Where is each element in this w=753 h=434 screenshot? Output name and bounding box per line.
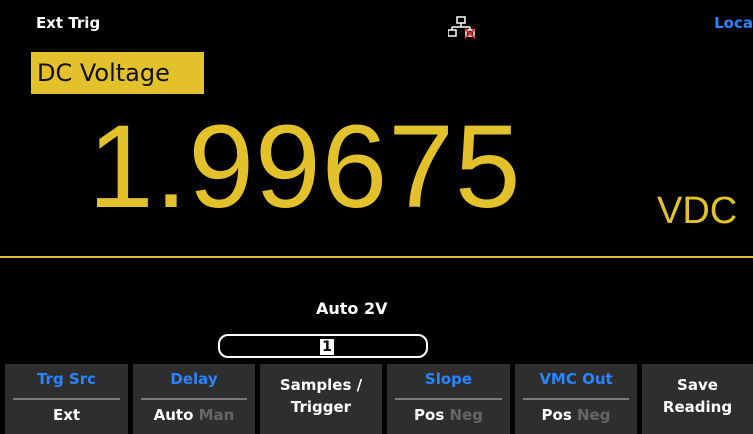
option-neg: Neg <box>449 406 483 424</box>
softkey-options: Pos Neg <box>515 406 637 424</box>
softkey-bar: Trg Src Ext Delay Auto Man Samples / Trig… <box>0 364 753 434</box>
softkey-line1: Save <box>677 376 718 394</box>
function-label: DC Voltage <box>31 52 204 94</box>
softkey-separator <box>395 398 502 400</box>
divider-line <box>0 256 753 258</box>
option-neg: Neg <box>577 406 611 424</box>
softkey-vmc-out[interactable]: VMC Out Pos Neg <box>515 364 637 434</box>
samples-input[interactable]: 1 <box>218 334 428 358</box>
softkey-separator <box>13 398 120 400</box>
softkey-value: Ext <box>52 406 81 424</box>
softkey-slope[interactable]: Slope Pos Neg <box>387 364 510 434</box>
network-disconnected-icon <box>448 16 476 39</box>
option-pos: Pos <box>414 406 445 424</box>
softkey-options: Pos Neg <box>387 406 510 424</box>
range-label: Auto 2V <box>316 299 388 318</box>
softkey-label: Save Reading <box>642 374 753 418</box>
remote-status-label: Loca <box>714 14 753 32</box>
main-reading: 1.99675 <box>88 101 522 233</box>
samples-input-value[interactable]: 1 <box>320 339 334 355</box>
softkey-title: Slope <box>424 370 473 388</box>
softkey-line1: Samples / <box>279 376 363 394</box>
softkey-line2: Reading <box>662 398 733 416</box>
softkey-trigger-source[interactable]: Trg Src Ext <box>5 364 128 434</box>
softkey-line2: Trigger <box>290 398 352 416</box>
softkey-delay[interactable]: Delay Auto Man <box>133 364 255 434</box>
softkey-separator <box>523 398 629 400</box>
softkey-title: Delay <box>170 370 218 388</box>
status-bar: Ext Trig Loca <box>0 0 753 40</box>
softkey-title: VMC Out <box>539 370 613 388</box>
reading-unit: VDC <box>657 190 738 232</box>
option-auto: Auto <box>153 406 194 424</box>
softkey-save-reading[interactable]: Save Reading <box>642 364 753 434</box>
option-pos: Pos <box>541 406 572 424</box>
softkey-label: Samples / Trigger <box>260 374 382 418</box>
option-man: Man <box>198 406 235 424</box>
softkey-samples-per-trigger[interactable]: Samples / Trigger <box>260 364 382 434</box>
softkey-options: Auto Man <box>133 406 255 424</box>
softkey-separator <box>141 398 247 400</box>
softkey-title: Trg Src <box>36 370 97 388</box>
trigger-mode-label: Ext Trig <box>36 14 101 32</box>
